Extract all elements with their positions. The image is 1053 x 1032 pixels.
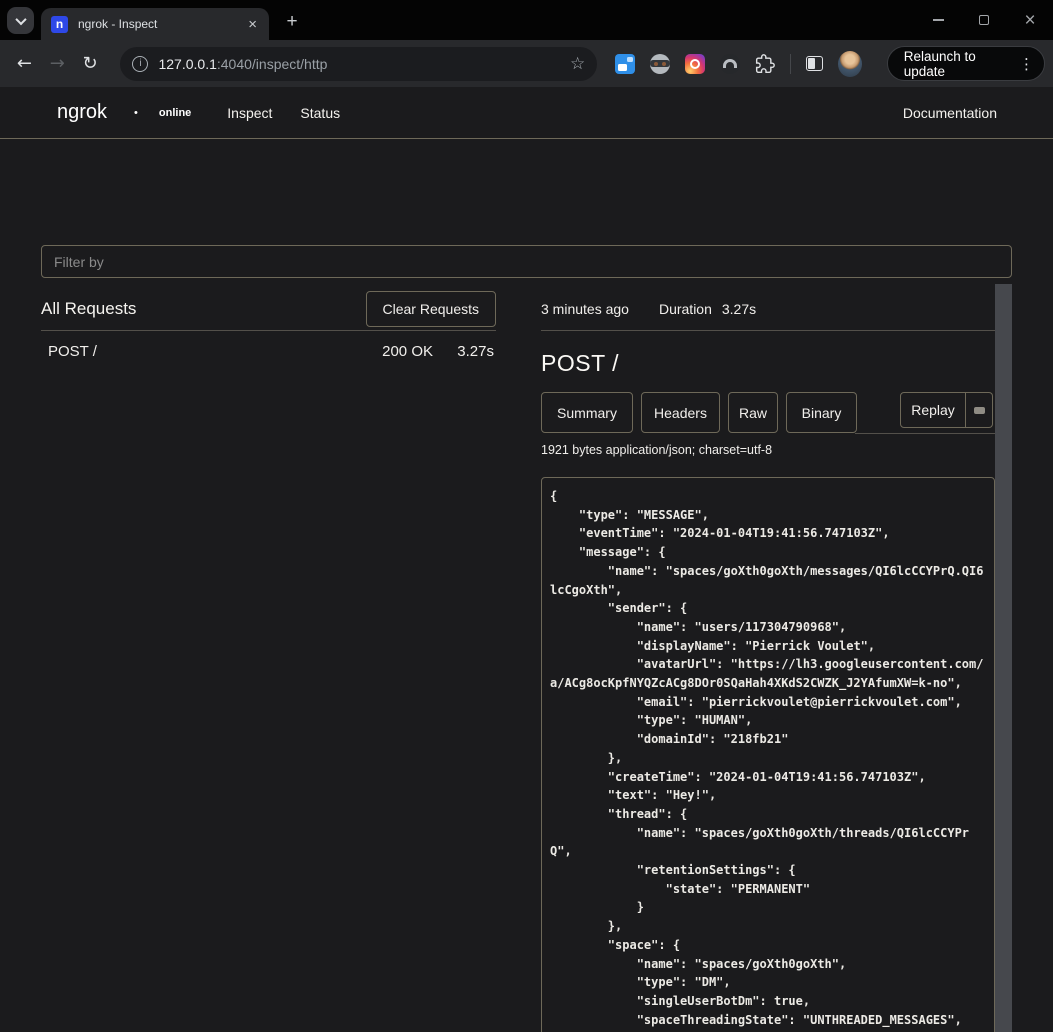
profile-avatar[interactable]: [838, 51, 862, 77]
nav-status[interactable]: Status: [300, 105, 340, 121]
tab-headers[interactable]: Headers: [641, 392, 720, 433]
replay-group: Replay: [900, 392, 993, 428]
tab-summary[interactable]: Summary: [541, 392, 633, 433]
status-online: online: [159, 107, 191, 119]
clear-requests-button[interactable]: Clear Requests: [366, 291, 497, 327]
replay-dropdown-icon: [974, 407, 985, 414]
url-path: :4040/inspect/http: [217, 56, 328, 72]
browser-window: n ngrok - Inspect × + × ← → ↻ i 127.0.0.…: [0, 0, 1053, 1032]
duration-label: Duration: [659, 301, 712, 317]
request-method-path: POST /: [48, 343, 382, 360]
tab-strip: n ngrok - Inspect × + ×: [0, 0, 1053, 40]
side-panel-button[interactable]: [806, 56, 823, 71]
ngrok-page: ngrok • online Inspect Status Documentat…: [0, 87, 1053, 1032]
browser-menu-icon[interactable]: ⋮: [1019, 55, 1034, 73]
nav-inspect[interactable]: Inspect: [227, 105, 272, 121]
toolbar-separator: [790, 54, 791, 74]
close-button[interactable]: ×: [1007, 0, 1053, 40]
browser-tab[interactable]: n ngrok - Inspect ×: [41, 8, 269, 40]
extension-camera-icon[interactable]: [685, 54, 705, 74]
tab-title: ngrok - Inspect: [78, 17, 246, 31]
time-ago: 3 minutes ago: [541, 301, 629, 317]
url-host: 127.0.0.1: [158, 56, 216, 72]
tab-binary[interactable]: Binary: [786, 392, 857, 433]
detail-panel: 3 minutes ago Duration 3.27s POST / Summ…: [541, 284, 1012, 1032]
ngrok-favicon-icon: n: [51, 16, 68, 33]
brand-link[interactable]: ngrok: [57, 101, 107, 124]
maximize-icon: [979, 15, 989, 25]
back-button[interactable]: ←: [8, 47, 41, 81]
tabs-underline: [855, 433, 995, 434]
scrollbar-thumb[interactable]: [995, 284, 1012, 1032]
chevron-down-icon: [15, 13, 26, 24]
tab-raw[interactable]: Raw: [728, 392, 778, 433]
request-body-box: { "type": "MESSAGE", "eventTime": "2024-…: [541, 477, 995, 1032]
detail-meta-row: 3 minutes ago Duration 3.27s: [541, 288, 995, 330]
requests-panel: All Requests Clear Requests POST / 200 O…: [41, 278, 496, 371]
page-container: All Requests Clear Requests POST / 200 O…: [41, 226, 1012, 1032]
extensions-puzzle-icon[interactable]: [755, 54, 775, 74]
replay-dropdown-button[interactable]: [966, 392, 993, 428]
window-controls: ×: [915, 0, 1053, 40]
maximize-button[interactable]: [961, 0, 1007, 40]
forward-button[interactable]: →: [41, 47, 74, 81]
tab-search-button[interactable]: [7, 7, 34, 34]
filter-input[interactable]: [41, 245, 1012, 278]
requests-header: All Requests Clear Requests: [41, 288, 496, 330]
minimize-icon: [933, 19, 944, 21]
url-text: 127.0.0.1:4040/inspect/http: [158, 56, 327, 72]
bookmark-star-icon[interactable]: ☆: [570, 54, 585, 74]
new-tab-button[interactable]: +: [280, 10, 304, 34]
nav-documentation[interactable]: Documentation: [903, 105, 997, 121]
reload-button[interactable]: ↻: [74, 47, 107, 81]
divider: [541, 330, 995, 331]
replay-button[interactable]: Replay: [900, 392, 966, 428]
request-duration: 3.27s: [450, 343, 494, 360]
tab-close-button[interactable]: ×: [246, 16, 259, 33]
relaunch-label: Relaunch to update: [904, 49, 1009, 79]
columns: All Requests Clear Requests POST / 200 O…: [41, 278, 1012, 1032]
extension-windows-icon[interactable]: [615, 54, 635, 74]
detail-title: POST /: [541, 350, 995, 377]
requests-title: All Requests: [41, 299, 136, 319]
site-info-icon[interactable]: i: [132, 56, 148, 72]
address-bar[interactable]: i 127.0.0.1:4040/inspect/http ☆: [120, 47, 597, 81]
request-status: 200 OK: [382, 343, 433, 360]
ngrok-navbar: ngrok • online Inspect Status Documentat…: [0, 87, 1053, 139]
request-row[interactable]: POST / 200 OK 3.27s: [41, 331, 496, 371]
extension-arc-icon[interactable]: [720, 54, 740, 74]
extension-goggles-icon[interactable]: [650, 54, 670, 74]
detail-scrollbar[interactable]: [995, 284, 1012, 1032]
detail-tabs-row: Summary Headers Raw Binary Replay: [541, 392, 995, 434]
content-meta: 1921 bytes application/json; charset=utf…: [541, 443, 995, 457]
relaunch-button[interactable]: Relaunch to update ⋮: [887, 46, 1045, 81]
request-body-json: { "type": "MESSAGE", "eventTime": "2024-…: [550, 487, 986, 1032]
close-icon: ×: [1024, 11, 1035, 30]
status-dot: •: [134, 107, 138, 119]
duration-value: 3.27s: [722, 301, 756, 317]
minimize-button[interactable]: [915, 0, 961, 40]
browser-toolbar: ← → ↻ i 127.0.0.1:4040/inspect/http ☆ Re…: [0, 40, 1053, 87]
extensions-row: Relaunch to update ⋮: [615, 46, 1045, 81]
